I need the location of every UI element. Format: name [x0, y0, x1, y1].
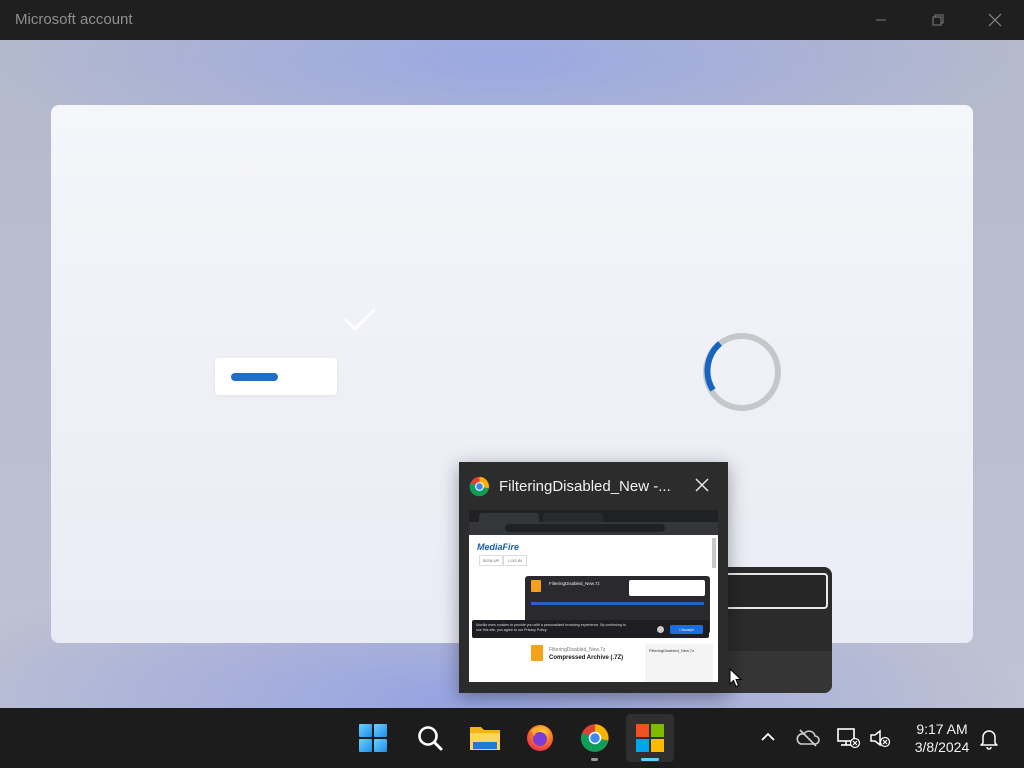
thumb-url — [505, 524, 665, 532]
archive-file-icon — [531, 645, 543, 661]
onedrive-offline-icon[interactable] — [796, 728, 820, 748]
archive-file-icon — [531, 580, 541, 592]
flyout-input-field[interactable] — [718, 573, 828, 609]
thumb-side-panel: FilteringDisabled_New.7z — [645, 644, 713, 682]
thumb-tab-strip — [469, 510, 718, 522]
mediafire-logo: MediaFire — [477, 542, 520, 552]
windows-start-icon — [359, 724, 387, 752]
thumb-cookie-close-icon — [657, 626, 664, 633]
thumb-side-title: FilteringDisabled_New.7z — [649, 648, 695, 653]
chevron-up-icon[interactable] — [760, 730, 776, 744]
file-explorer-button[interactable] — [461, 714, 509, 762]
thumb-cookie-banner: Mozilla uses cookies to provide you with… — [472, 620, 709, 638]
clock-date: 3/8/2024 — [914, 739, 970, 755]
taskbar: 9:17 AM 3/8/2024 — [0, 708, 1024, 768]
start-button[interactable] — [349, 714, 397, 762]
search-button[interactable] — [406, 714, 454, 762]
minimize-icon — [876, 19, 886, 21]
thumb-file-type: Compressed Archive (.7Z) — [549, 655, 624, 661]
taskbar-preview-window[interactable]: FilteringDisabled_New -... MediaFire SIG… — [459, 462, 728, 693]
loading-progress-pill — [231, 373, 278, 381]
thumb-signup-button: SIGN UP — [479, 555, 503, 566]
thumb-download-box — [629, 580, 705, 596]
chrome-icon — [580, 724, 609, 752]
notification-bell-icon[interactable] — [979, 728, 999, 750]
close-icon — [988, 13, 1002, 27]
close-button[interactable] — [966, 0, 1024, 40]
chrome-icon — [469, 476, 490, 497]
microsoft-logo-icon — [636, 724, 664, 752]
preview-close-icon[interactable] — [695, 478, 709, 492]
preview-thumbnail: MediaFire SIGN UP LOG IN FilteringDisabl… — [469, 510, 718, 682]
chrome-running-indicator — [591, 758, 598, 761]
thumb-download-bar — [531, 602, 704, 605]
microsoft-store-button[interactable] — [626, 714, 674, 762]
system-clock[interactable]: 9:17 AM 3/8/2024 — [902, 720, 982, 756]
chrome-button[interactable] — [571, 714, 619, 762]
minimize-button[interactable] — [852, 0, 910, 40]
search-icon — [418, 726, 443, 751]
mouse-cursor-icon — [729, 668, 743, 688]
thumb-file-name: FilteringDisabled_New.7z — [549, 647, 606, 653]
clock-time: 9:17 AM — [916, 721, 968, 737]
thumb-download-filename: FilteringDisabled_New.7z — [549, 581, 600, 586]
checkmark-icon — [344, 308, 376, 332]
restore-button[interactable] — [909, 0, 967, 40]
loading-spinner-icon — [703, 333, 781, 411]
file-explorer-icon — [470, 727, 500, 750]
window-title: Microsoft account — [15, 11, 133, 28]
preview-title: FilteringDisabled_New -... — [499, 478, 671, 495]
network-disconnected-icon[interactable] — [836, 727, 860, 749]
restore-icon — [932, 14, 944, 26]
title-bar: Microsoft account — [0, 0, 1024, 40]
thumb-accept-button: I Accept — [670, 625, 703, 634]
thumb-scrollbar — [712, 538, 716, 568]
firefox-icon — [527, 725, 553, 751]
thumb-tab — [479, 513, 539, 522]
store-active-indicator — [641, 758, 659, 761]
thumb-cookie-text: Mozilla uses cookies to provide you with… — [476, 623, 626, 632]
firefox-button[interactable] — [516, 714, 564, 762]
thumb-login-button: LOG IN — [503, 555, 527, 566]
volume-muted-icon[interactable] — [869, 728, 891, 748]
thumb-tab — [543, 513, 603, 522]
